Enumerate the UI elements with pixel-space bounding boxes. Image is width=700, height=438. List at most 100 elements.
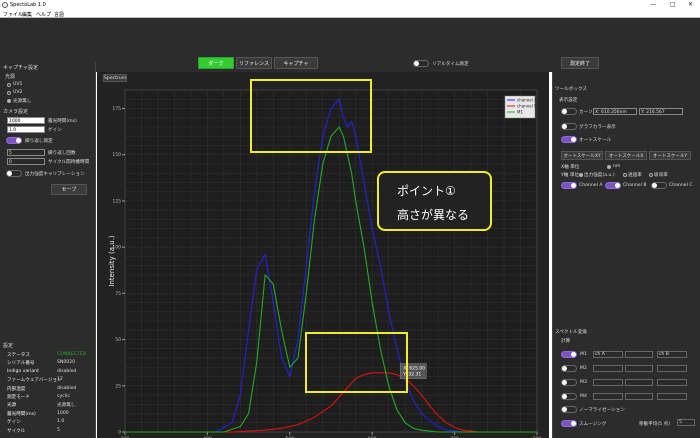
- status-key: ファームウェアバージョン: [7, 378, 62, 384]
- channel-a-toggle[interactable]: [561, 182, 577, 189]
- interval-label: サイクル間待機時間: [48, 160, 90, 165]
- status-row: 光源 光源無し: [7, 402, 75, 409]
- status-key: ステータス: [7, 353, 30, 358]
- calc-operator[interactable]: [625, 365, 653, 372]
- calc-name-label: M1: [580, 352, 587, 357]
- stop-measurement-button[interactable]: 測定終了: [561, 57, 599, 69]
- source-uv1-radio[interactable]: [7, 83, 11, 87]
- status-key: Indigo variant: [7, 368, 39, 374]
- smoothing-toggle[interactable]: [561, 420, 577, 427]
- capture-button[interactable]: キャプチャ: [274, 57, 318, 69]
- status-row: Indigo variant disabled: [7, 368, 76, 374]
- repeat-toggle[interactable]: [6, 137, 22, 144]
- calc-operand-a[interactable]: [593, 393, 623, 400]
- calc-title: 計算: [561, 339, 571, 344]
- menu-help[interactable]: ヘルプ: [36, 11, 51, 18]
- status-key: シリアル番号: [7, 361, 35, 367]
- cursor-y-field[interactable]: Y: 216.567: [639, 108, 683, 115]
- realtime-label: リアルタイム測定: [432, 62, 469, 67]
- annotation-line1: ポイント①: [397, 184, 456, 198]
- tab-spectrum[interactable]: Spectrum: [103, 74, 127, 82]
- repeat-count-label: 繰り返し回数: [48, 151, 76, 156]
- calc-m3-toggle[interactable]: [561, 379, 577, 386]
- minimize-button[interactable]: —: [650, 1, 656, 8]
- status-row: ゲイン 1.0: [7, 419, 64, 426]
- channel-b-label: Channel B: [623, 183, 647, 188]
- channel-c-label: Channel C: [669, 183, 693, 188]
- calc-operand-b[interactable]: [657, 365, 687, 372]
- interval-field[interactable]: 0: [7, 158, 45, 165]
- status-key: 内部温度: [7, 386, 26, 392]
- repeat-label: 繰り返し測定: [25, 139, 53, 144]
- calc-operand-a[interactable]: [593, 379, 623, 386]
- menu-file[interactable]: ファイル: [3, 11, 23, 18]
- status-value: cyclic: [57, 394, 70, 399]
- status-key: ゲイン: [7, 420, 21, 426]
- source-uv2-label: UV2: [13, 90, 23, 95]
- status-row: サイクル 5: [7, 428, 60, 434]
- moving-average-field[interactable]: 5: [677, 419, 695, 426]
- exposure-label: 露光時間(ms): [48, 119, 77, 124]
- status-row: ステータス CONNECTED: [7, 352, 86, 358]
- calc-m2-toggle[interactable]: [561, 365, 577, 372]
- normalization-toggle[interactable]: [561, 406, 577, 413]
- calc-operand-b[interactable]: ch B: [657, 351, 687, 358]
- gain-field[interactable]: 1.0: [7, 126, 45, 133]
- graph-color-toggle[interactable]: [561, 123, 577, 130]
- x-unit-nm-radio[interactable]: [607, 165, 611, 169]
- annotation-note: ポイント① 高さが異なる: [377, 171, 492, 231]
- graph-color-label: グラフカラー表示: [579, 125, 616, 130]
- source-uv1-label: UV1: [13, 82, 23, 87]
- calc-operand-a[interactable]: [593, 365, 623, 372]
- status-row: 露光時間(ms) 1000: [7, 411, 69, 417]
- calc-m1-toggle[interactable]: [561, 351, 577, 358]
- calc-operator[interactable]: [625, 393, 653, 400]
- calc-operator[interactable]: [625, 379, 653, 386]
- calc-operand-a[interactable]: ch A: [593, 351, 623, 358]
- autoscale-y-button[interactable]: オートスケールY: [649, 151, 691, 160]
- y-unit-intensity-label: 出力強度(a.u.): [584, 173, 615, 178]
- autoscale-x-button[interactable]: オートスケールX: [605, 151, 647, 160]
- save-button[interactable]: セーブ: [51, 184, 87, 195]
- y-unit-absorbance-radio[interactable]: [649, 173, 653, 177]
- autoscale-toggle[interactable]: [561, 136, 577, 143]
- reference-button[interactable]: リファレンス: [236, 57, 272, 69]
- status-key: サイクル: [7, 428, 26, 434]
- menu-language[interactable]: 言語: [54, 11, 64, 18]
- x-unit-nm-label: nm: [613, 164, 621, 169]
- spectral-transform-title: スペクトル変換: [555, 330, 587, 335]
- app-icon: [2, 2, 8, 8]
- gain-label: ゲイン: [48, 128, 62, 133]
- channel-c-toggle[interactable]: [651, 182, 667, 189]
- repeat-count-field[interactable]: 5: [7, 149, 45, 156]
- realtime-toggle[interactable]: [413, 60, 429, 67]
- cursor-toggle[interactable]: [561, 108, 577, 115]
- status-row: シリアル番号 SN0020: [7, 360, 75, 367]
- status-value: 5: [57, 427, 60, 433]
- calc-m4-toggle[interactable]: [561, 393, 577, 400]
- calc-operator[interactable]: [625, 351, 653, 358]
- autoscale-xy-button[interactable]: オートスケールXY: [561, 151, 603, 160]
- calc-operand-b[interactable]: [657, 393, 687, 400]
- y-unit-transmittance-radio[interactable]: [623, 173, 627, 177]
- calc-operand-b[interactable]: [657, 379, 687, 386]
- window-title: SpectoLab 1.0: [10, 2, 46, 8]
- y-unit-intensity-radio[interactable]: [579, 173, 583, 177]
- status-value: 17: [57, 377, 63, 383]
- status-key: 光源: [7, 403, 17, 409]
- source-none-radio[interactable]: [7, 99, 11, 103]
- calibration-toggle[interactable]: [6, 170, 22, 177]
- menu-edit[interactable]: 編集: [22, 11, 32, 18]
- close-button[interactable]: ✕: [688, 1, 693, 8]
- moving-average-label: 移動平均(5 点): [639, 422, 670, 427]
- status-row: ファームウェアバージョン 17: [7, 377, 63, 384]
- source-uv2-radio[interactable]: [7, 91, 11, 95]
- dark-button[interactable]: ダーク: [198, 57, 234, 69]
- channel-b-toggle[interactable]: [605, 182, 621, 189]
- cursor-x-field[interactable]: X: 610.356nm: [593, 108, 637, 115]
- y-unit-label: Y軸 単位: [561, 173, 580, 178]
- exposure-field[interactable]: 1000: [7, 117, 45, 124]
- maximize-button[interactable]: □: [670, 1, 676, 8]
- status-key: 露光時間(ms): [7, 411, 36, 417]
- status-row: 測定モード cyclic: [7, 394, 70, 400]
